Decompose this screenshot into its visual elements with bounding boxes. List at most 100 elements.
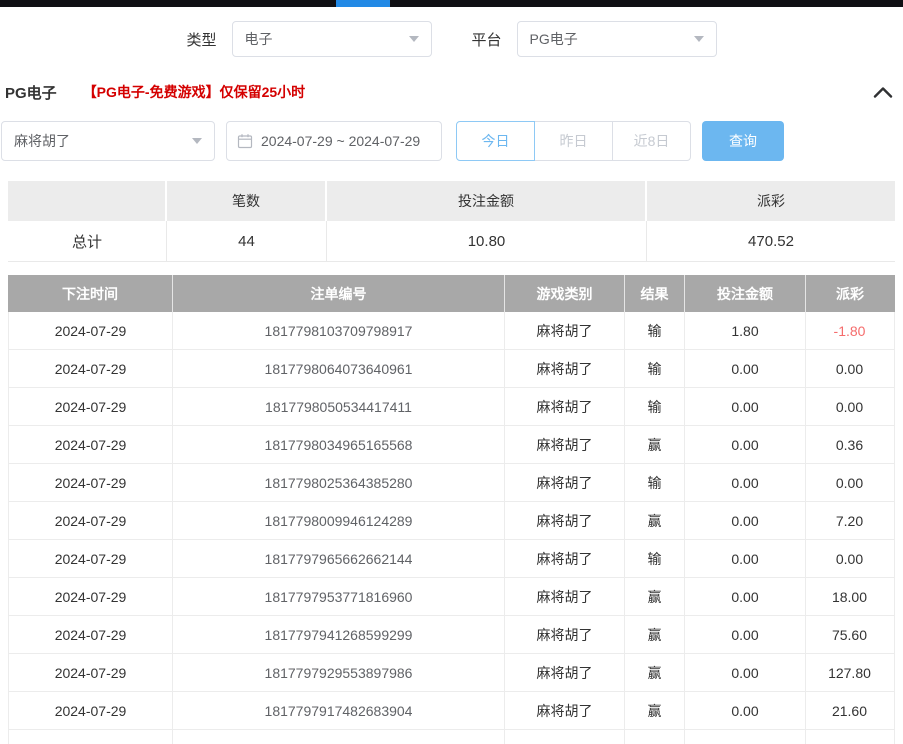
bet-table-header: 下注时间 注单编号 游戏类别 结果 投注金额 派彩 (8, 275, 895, 312)
filter-row: 类型 电子 平台 PG电子 (0, 21, 903, 57)
summary-payout-value: 470.52 (647, 221, 895, 261)
cell-bet-amount: 1.80 (685, 312, 806, 349)
cell-bet-amount: 0.00 (685, 616, 806, 653)
query-row: 麻将胡了 2024-07-29 ~ 2024-07-29 今日 昨日 近8日 查… (0, 121, 903, 161)
active-tab-indicator (336, 0, 390, 7)
summary-header-bet-amount: 投注金额 (327, 181, 647, 221)
cell-order-id: 1817797941268599299 (173, 616, 505, 653)
yesterday-button[interactable]: 昨日 (534, 121, 613, 161)
cell-bet-amount: 0.00 (685, 426, 806, 463)
cell-bet-date: 2024-07-29 (9, 616, 173, 653)
cell-payout: 75.60 (806, 616, 893, 653)
cell-order-id: 1817797917482683904 (173, 692, 505, 729)
search-button[interactable]: 查询 (702, 121, 784, 161)
cell-order-id (173, 730, 505, 744)
cell-order-id: 1817798034965165568 (173, 426, 505, 463)
quick-range-group: 今日 昨日 近8日 (456, 121, 691, 161)
cell-bet-amount: 0.00 (685, 350, 806, 387)
cell-bet-date: 2024-07-29 (9, 312, 173, 349)
cell-bet-date: 2024-07-29 (9, 692, 173, 729)
cell-result: 赢 (625, 692, 685, 729)
today-button[interactable]: 今日 (456, 121, 535, 161)
cell-bet-date: 2024-07-29 (9, 540, 173, 577)
cell-bet-date: 2024-07-29 (9, 350, 173, 387)
table-row: 2024-07-29 1817797953771816960 麻将胡了 赢 0.… (9, 578, 894, 616)
cell-game-type: 麻将胡了 (505, 616, 625, 653)
cell-result: 输 (625, 350, 685, 387)
table-row: 2024-07-29 1817798064073640961 麻将胡了 输 0.… (9, 350, 894, 388)
cell-game-type: 麻将胡了 (505, 426, 625, 463)
header-bet-time: 下注时间 (8, 275, 173, 312)
cell-bet-amount: 0.00 (685, 388, 806, 425)
platform-label: 平台 (472, 29, 502, 50)
cell-bet-amount: 0.00 (685, 540, 806, 577)
summary-header-payout: 派彩 (647, 181, 895, 221)
cell-bet-amount: 0.00 (685, 578, 806, 615)
last-8-days-button[interactable]: 近8日 (612, 121, 691, 161)
platform-select[interactable]: PG电子 (517, 21, 717, 57)
cell-payout: 0.00 (806, 464, 893, 501)
section-title: PG电子 (5, 82, 57, 103)
table-row: 2024-07-29 1817798009946124289 麻将胡了 赢 0.… (9, 502, 894, 540)
cell-payout: 0.00 (806, 350, 893, 387)
chevron-down-icon (192, 138, 202, 144)
game-select-value: 麻将胡了 (14, 131, 70, 151)
header-result: 结果 (625, 275, 685, 312)
cell-bet-amount: 0.00 (685, 692, 806, 729)
cell-result: 输 (625, 388, 685, 425)
cell-bet-date: 2024-07-29 (9, 502, 173, 539)
summary-total-label: 总计 (8, 221, 167, 261)
cell-bet-date: 2024-07-29 (9, 464, 173, 501)
cell-game-type: 麻将胡了 (505, 540, 625, 577)
cell-payout: 0.00 (806, 540, 893, 577)
table-row: 2024-07-29 1817797941268599299 麻将胡了 赢 0.… (9, 616, 894, 654)
table-row: 2024-07-29 1817798103709798917 麻将胡了 输 1.… (9, 312, 894, 350)
chevron-up-icon (873, 87, 893, 98)
table-row: 2024-07-29 1817797965662662144 麻将胡了 输 0.… (9, 540, 894, 578)
cell-order-id: 1817798009946124289 (173, 502, 505, 539)
table-row: 2024-07-29 1817798025364385280 麻将胡了 输 0.… (9, 464, 894, 502)
browser-top-strip (0, 0, 903, 7)
summary-header-empty (8, 181, 167, 221)
cell-game-type (505, 730, 625, 744)
chevron-down-icon (409, 36, 419, 42)
cell-order-id: 1817797929553897986 (173, 654, 505, 691)
cell-result: 赢 (625, 502, 685, 539)
game-select[interactable]: 麻将胡了 (1, 121, 215, 161)
cell-payout: 127.80 (806, 654, 893, 691)
collapse-toggle[interactable] (873, 87, 893, 98)
section-notice: 【PG电子-免费游戏】仅保留25小时 (83, 82, 305, 102)
cell-bet-date: 2024-07-29 (9, 654, 173, 691)
cell-payout: 0.36 (806, 426, 893, 463)
date-range-picker[interactable]: 2024-07-29 ~ 2024-07-29 (226, 121, 442, 161)
cell-order-id: 1817797953771816960 (173, 578, 505, 615)
cell-bet-amount (685, 730, 806, 744)
cell-payout: 0.00 (806, 388, 893, 425)
platform-select-value: PG电子 (530, 29, 578, 49)
header-order-id: 注单编号 (173, 275, 505, 312)
cell-game-type: 麻将胡了 (505, 388, 625, 425)
cell-payout (806, 730, 893, 744)
summary-bet-amount-value: 10.80 (327, 221, 647, 261)
cell-game-type: 麻将胡了 (505, 502, 625, 539)
cell-bet-amount: 0.00 (685, 654, 806, 691)
date-range-value: 2024-07-29 ~ 2024-07-29 (261, 133, 420, 149)
cell-order-id: 1817798025364385280 (173, 464, 505, 501)
cell-result: 输 (625, 464, 685, 501)
cell-result: 输 (625, 312, 685, 349)
chevron-down-icon (694, 36, 704, 42)
table-row: 2024-07-29 1817797929553897986 麻将胡了 赢 0.… (9, 654, 894, 692)
summary-table: 笔数 投注金额 派彩 总计 44 10.80 470.52 (8, 181, 895, 262)
cell-payout: 21.60 (806, 692, 893, 729)
summary-header-count: 笔数 (167, 181, 327, 221)
cell-game-type: 麻将胡了 (505, 654, 625, 691)
cell-result (625, 730, 685, 744)
summary-header-row: 笔数 投注金额 派彩 (8, 181, 895, 221)
cell-bet-date (9, 730, 173, 744)
type-select[interactable]: 电子 (232, 21, 432, 57)
cell-bet-amount: 0.00 (685, 502, 806, 539)
cell-game-type: 麻将胡了 (505, 464, 625, 501)
table-row: 2024-07-29 1817798034965165568 麻将胡了 赢 0.… (9, 426, 894, 464)
cell-order-id: 1817798050534417411 (173, 388, 505, 425)
cell-bet-date: 2024-07-29 (9, 426, 173, 463)
